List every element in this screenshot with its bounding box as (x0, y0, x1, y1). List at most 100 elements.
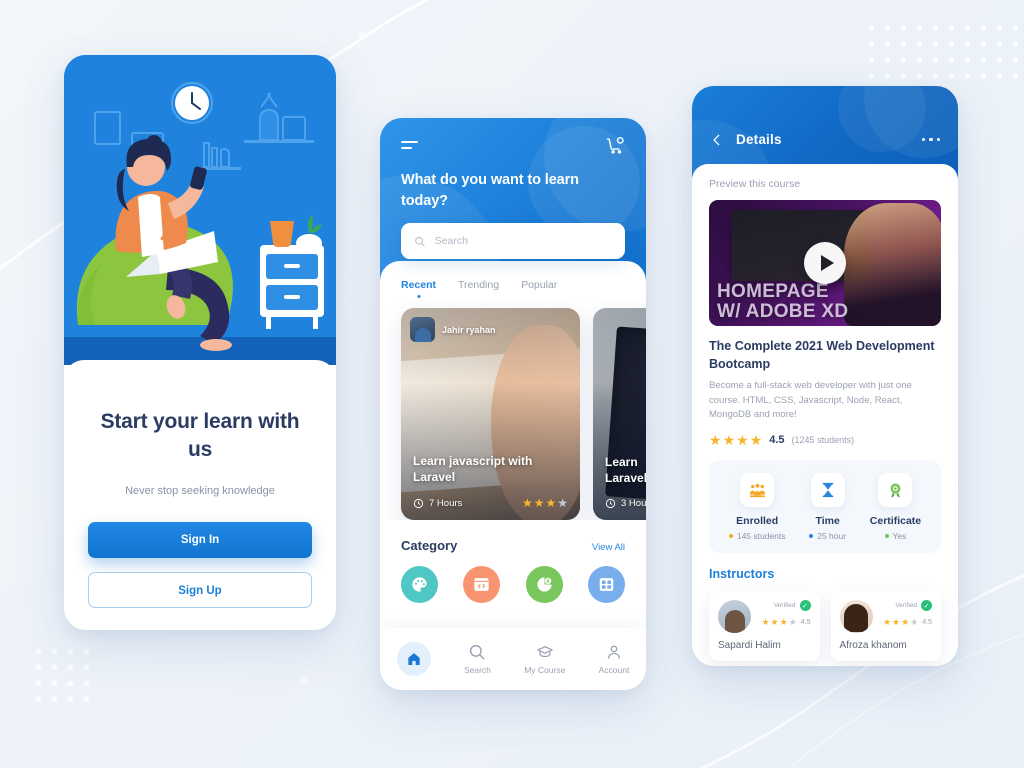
nav-home[interactable] (396, 642, 431, 676)
hamburger-menu-icon[interactable] (401, 141, 418, 149)
bottom-navigation: Search My Course Account (380, 628, 646, 690)
grid-squares-icon (599, 578, 614, 591)
stat-certificate: Certificate Yes (870, 473, 921, 541)
code-window-icon (474, 578, 489, 591)
stat-value: 145 students (736, 531, 786, 542)
stat-enrolled: Enrolled 145 students (728, 473, 786, 542)
deco-dot (300, 676, 309, 685)
stat-label: Enrolled (736, 515, 779, 528)
course-title: Learn Laravel (605, 454, 646, 486)
hourglass-glyph (822, 483, 833, 498)
category-more[interactable] (587, 566, 625, 603)
category-design[interactable] (401, 566, 438, 603)
details-content: Preview this course HOMEPAGE W/ ADOBE XD… (692, 164, 958, 666)
verified-label: Verified (773, 602, 796, 610)
avatar (410, 317, 435, 342)
course-title: Learn javascript with Laravel (413, 453, 533, 485)
home-headline: What do you want to learn today? (401, 172, 579, 209)
onboarding-card: Start your learn with us Never stop seek… (64, 360, 336, 630)
stat-label: Certificate (869, 515, 922, 528)
page-title: Start your learn with us (100, 410, 300, 462)
instructor-name: Afroza khanom (839, 640, 907, 652)
person-reading-on-beanbag-icon (64, 55, 336, 365)
duration-label: 3 Hours (621, 498, 646, 509)
instructor-name: Sapardi Halim (718, 640, 781, 652)
sign-in-button[interactable]: Sign In (88, 521, 312, 558)
search-icon (470, 644, 485, 660)
course-card[interactable]: Jahir ryahan Learn javascript with Larav… (401, 308, 580, 520)
course-duration: 7 Hours (413, 498, 462, 509)
stat-value: Yes (892, 531, 907, 542)
onboarding-subtitle: Never stop seeking knowledge (125, 484, 275, 497)
phone-home-screen: What do you want to learn today? Recent … (380, 118, 646, 690)
play-icon[interactable] (804, 242, 846, 284)
avatar (718, 600, 751, 634)
stat-value-row: 25 hour (809, 531, 846, 541)
tab-recent[interactable]: Recent (401, 279, 436, 298)
view-all-link[interactable]: View All (592, 542, 625, 553)
rating-count: (1245 students) (791, 435, 855, 446)
shopping-cart-icon[interactable] (606, 136, 625, 155)
course-video-preview[interactable]: HOMEPAGE W/ ADOBE XD (709, 200, 941, 326)
nav-my-course[interactable]: My Course (524, 643, 565, 675)
instructor-rating-stars: ★ ★ ★ ★ (882, 617, 919, 628)
course-rating: ★ ★ ★ ★ 4.5 (1245 students) (709, 433, 941, 447)
tab-popular[interactable]: Popular (521, 279, 557, 298)
rating-stars: ★ ★ ★ ★ (709, 432, 763, 449)
verified-label: Verified (895, 602, 917, 610)
preview-label: Preview this course (709, 178, 801, 190)
course-description: Become a full-stack web developer with j… (709, 380, 912, 421)
search-input[interactable] (434, 235, 612, 247)
instructor-rating-value: 4.5 (922, 619, 932, 627)
graduation-cap-icon (537, 646, 553, 658)
search-icon (415, 236, 425, 246)
status-dot (728, 534, 733, 539)
home-content: Recent Trending Popular Jahir ryahan Lea… (380, 261, 646, 690)
tab-trending[interactable]: Trending (458, 279, 499, 298)
course-title: The Complete 2021 Web Development Bootca… (709, 339, 935, 371)
course-stats: Enrolled 145 students Time 25 hour Certi… (709, 460, 941, 554)
video-overlay-text: HOMEPAGE W/ ADOBE XD (717, 282, 935, 321)
dot-grid-top-right (869, 26, 1018, 79)
stat-value-row: 145 students (728, 531, 786, 542)
nav-search[interactable]: Search (464, 643, 491, 675)
stat-label: Time (815, 515, 840, 528)
phone-details-screen: Details Preview this course HOMEPAGE W/ … (692, 86, 958, 666)
hourglass-icon (810, 473, 845, 508)
search-bar[interactable] (401, 223, 625, 259)
clock-icon (605, 498, 616, 509)
verified-badge-icon: ✓ (799, 600, 811, 612)
author-name: Jahir ryahan (442, 324, 496, 335)
pie-chart-dollar-icon (537, 577, 552, 592)
sign-up-button[interactable]: Sign Up (88, 571, 312, 608)
person-icon (607, 645, 621, 659)
avatar (839, 600, 873, 634)
more-horizontal-icon[interactable] (921, 137, 940, 142)
award-medal-icon (878, 473, 913, 508)
course-author: Jahir ryahan (410, 317, 496, 342)
category-business[interactable] (525, 566, 563, 603)
course-filter-tabs: Recent Trending Popular (380, 279, 646, 298)
stat-time: Time 25 hour (809, 473, 846, 541)
deco-dot (358, 32, 365, 39)
onboarding-illustration (64, 55, 336, 365)
instructor-card[interactable]: Verified ✓ ★ ★ ★ ★ 4.5 Afroza khanom (830, 591, 941, 662)
nav-account[interactable]: Account (599, 643, 629, 675)
instructor-card[interactable]: Verified ✓ ★ ★ ★ ★ 4.5 Sapardi Halim (709, 591, 820, 662)
chevron-left-icon[interactable] (710, 133, 724, 147)
stat-value-row: Yes (870, 531, 921, 541)
category-development[interactable] (463, 566, 501, 603)
course-card[interactable]: Learn Laravel 3 Hours (593, 308, 646, 520)
nav-label: My Course (524, 665, 566, 675)
status-dot (809, 534, 814, 539)
video-overlay-line2: W/ ADOBE XD (717, 300, 849, 322)
duration-label: 7 Hours (429, 497, 463, 509)
award-medal-glyph (890, 483, 901, 498)
course-rating-stars: ★ ★ ★ ★ (521, 496, 568, 510)
category-section: Category View All (380, 520, 646, 603)
category-heading: Category (401, 538, 458, 553)
status-dot (884, 534, 889, 539)
course-carousel[interactable]: Jahir ryahan Learn javascript with Larav… (380, 298, 646, 520)
video-overlay-line1: HOMEPAGE (717, 281, 829, 303)
people-group-icon (740, 473, 775, 508)
